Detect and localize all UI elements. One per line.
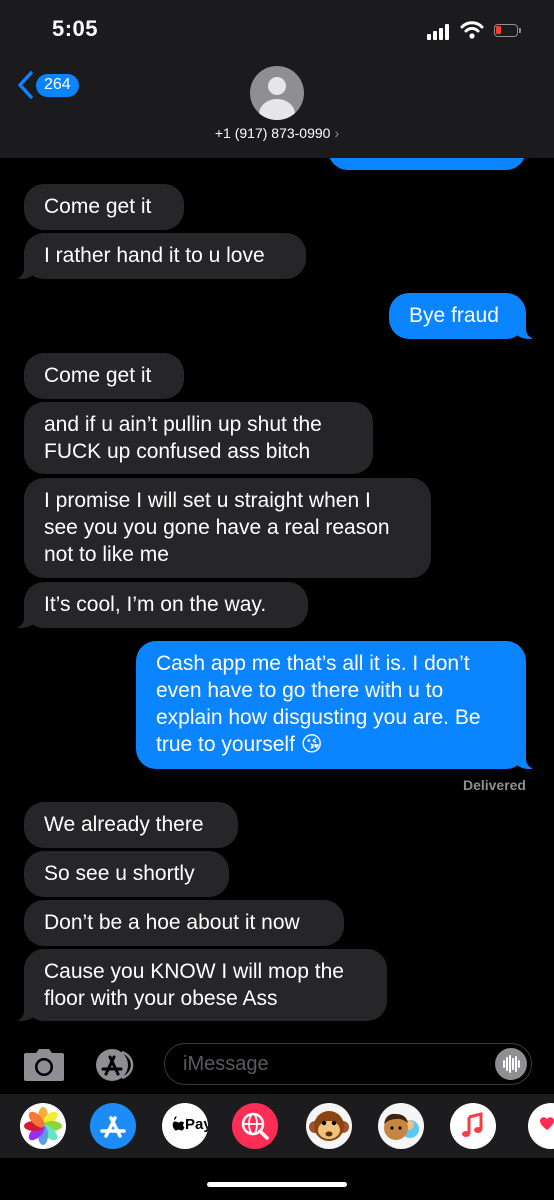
incoming-message[interactable]: So see u shortly [24, 851, 229, 897]
photos-app[interactable] [20, 1103, 66, 1149]
unread-count-badge[interactable]: 264 [36, 74, 79, 97]
contact-number[interactable]: +1 (917) 873-0990 [215, 125, 331, 141]
monkey-icon [309, 1111, 349, 1141]
digital-touch-app[interactable] [528, 1103, 554, 1149]
message-input[interactable]: iMessage [164, 1043, 532, 1085]
status-time: 5:05 [52, 16, 99, 41]
animoji-app[interactable] [306, 1103, 352, 1149]
incoming-message[interactable]: I rather hand it to u love [14, 233, 306, 279]
back-chevron-icon[interactable] [16, 70, 36, 100]
home-indicator[interactable] [207, 1182, 347, 1187]
battery-icon [494, 24, 521, 37]
wifi-icon [460, 21, 484, 39]
photos-icon [24, 1107, 62, 1145]
incoming-message[interactable]: We already there [24, 802, 238, 848]
contact-name[interactable]: +1 (917) 873-0990 › [0, 125, 554, 141]
memoji-icon [384, 1113, 419, 1140]
apple-pay-label: Pay [185, 1116, 208, 1133]
outgoing-message[interactable]: Cash app me that’s all it is. I don’t ev… [136, 641, 536, 769]
memoji-app[interactable] [378, 1103, 424, 1149]
voice-message-button[interactable] [495, 1048, 527, 1080]
incoming-message[interactable]: Cause you KNOW I will mop the floor with… [14, 949, 387, 1021]
incoming-message[interactable]: Don’t be a hoe about it now [24, 900, 344, 946]
app-store-icon [100, 1116, 126, 1138]
waveform-icon [503, 1055, 520, 1073]
incoming-message[interactable]: and if u ain’t pullin up shut the FUCK u… [24, 402, 373, 474]
camera-icon[interactable] [22, 1047, 66, 1083]
apple-pay-app[interactable]: Pay [162, 1103, 208, 1149]
cellular-signal-icon [427, 24, 449, 40]
delivered-status: Delivered [462, 777, 526, 793]
incoming-message[interactable]: I promise I will set u straight when I s… [24, 478, 431, 578]
outgoing-message[interactable]: Bye fraud [389, 293, 536, 339]
globe-search-icon [241, 1112, 269, 1140]
app-store-app[interactable] [90, 1103, 136, 1149]
incoming-message[interactable]: It’s cool, I’m on the way. [14, 582, 308, 628]
music-app[interactable] [450, 1103, 496, 1149]
conversation-header: 5:05 264 +1 (917) 873-0990 › [0, 0, 554, 158]
incoming-message[interactable]: Come get it [24, 353, 184, 399]
music-note-icon [462, 1112, 483, 1137]
contact-avatar[interactable] [250, 66, 304, 120]
heart-hand-icon [540, 1117, 554, 1130]
app-store-icon[interactable] [92, 1046, 140, 1084]
web-images-app[interactable] [232, 1103, 278, 1149]
app-drawer: Pay [0, 1094, 554, 1158]
incoming-message[interactable]: Come get it [24, 184, 184, 230]
contact-chevron-icon: › [334, 125, 340, 141]
message-input-placeholder: iMessage [183, 1053, 269, 1075]
